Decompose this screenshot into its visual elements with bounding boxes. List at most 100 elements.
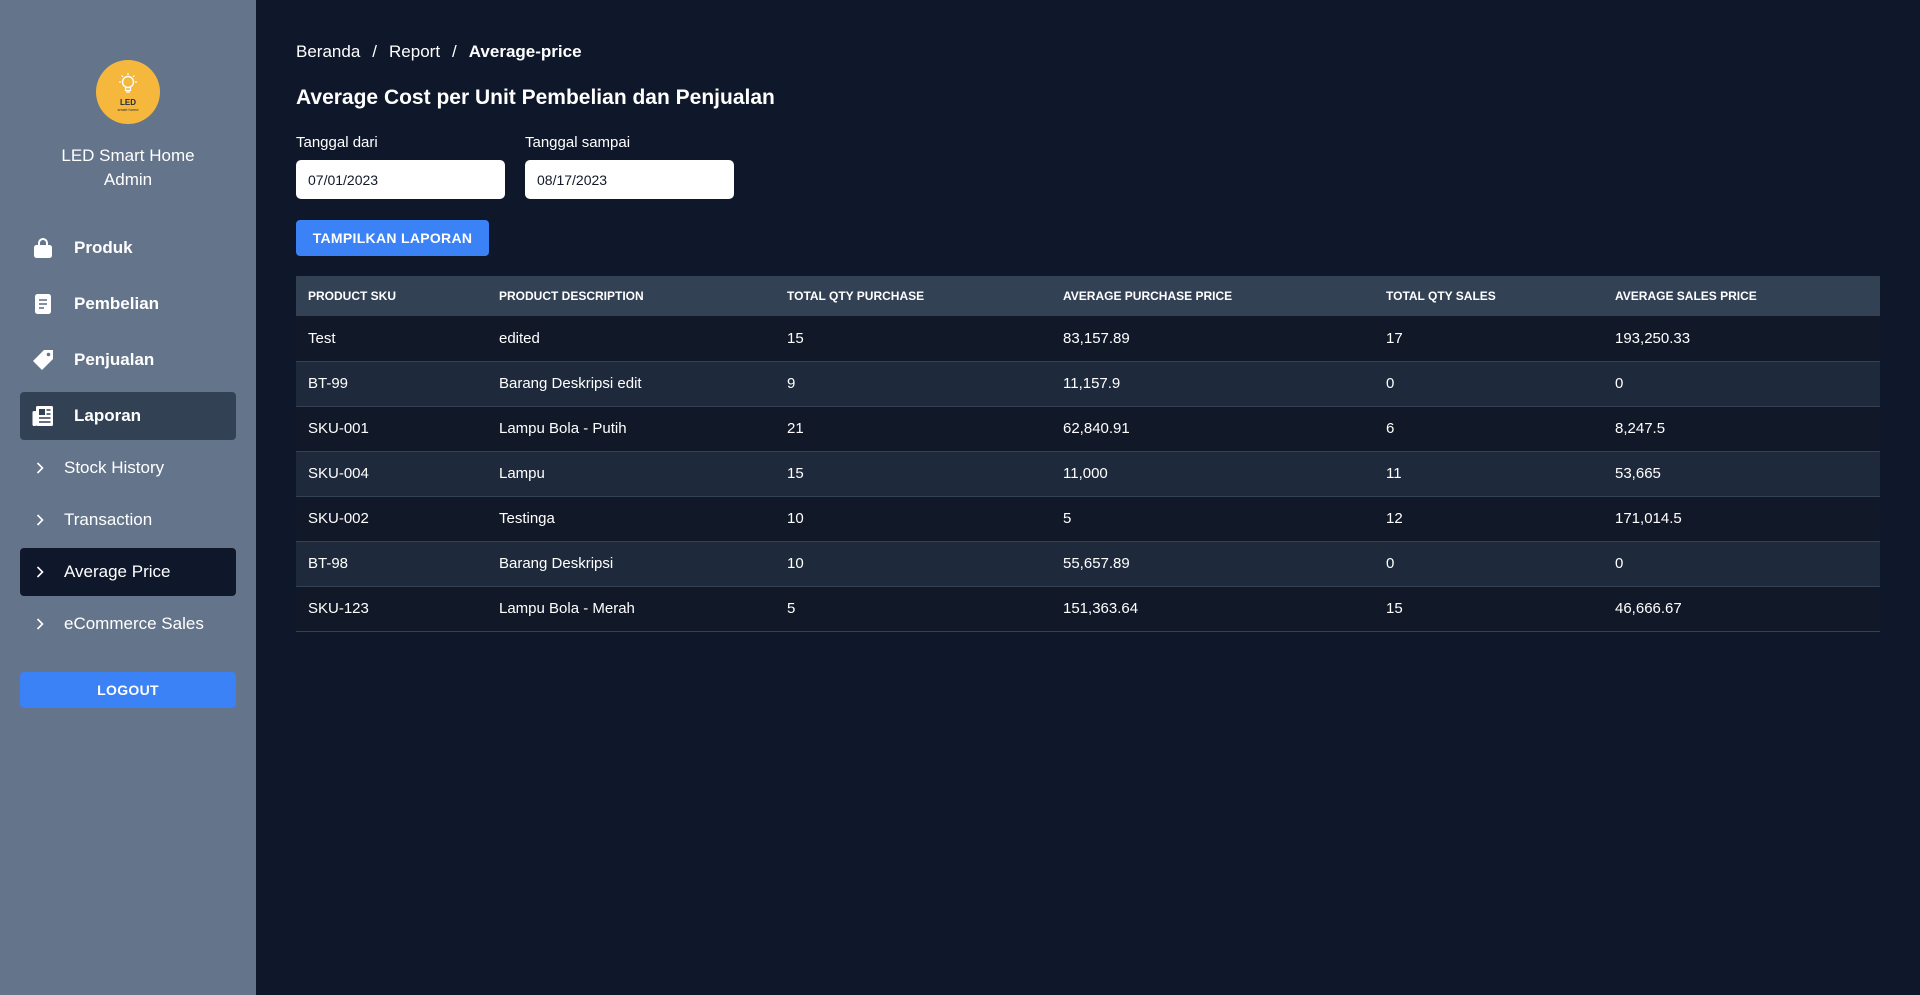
lightbulb-icon: [119, 73, 137, 93]
cell-sku: SKU-123: [296, 586, 487, 632]
logout-button[interactable]: LOGOUT: [20, 672, 236, 708]
app-logo: LED smart home: [96, 60, 160, 124]
sidebar-item-pembelian[interactable]: Pembelian: [20, 280, 236, 328]
cell-description: Lampu: [487, 451, 775, 497]
cell-qty-purchase: 5: [775, 586, 1051, 632]
table-row: SKU-001 Lampu Bola - Putih 21 62,840.91 …: [296, 406, 1880, 452]
cell-avg-purchase-price: 83,157.89: [1051, 316, 1374, 362]
cell-description: Testinga: [487, 496, 775, 542]
tag-icon: [32, 349, 54, 371]
cell-qty-sales: 15: [1374, 586, 1603, 632]
breadcrumb: Beranda / Report / Average-price: [296, 42, 582, 62]
sidebar-item-label: Pembelian: [74, 294, 160, 313]
cell-qty-purchase: 10: [775, 541, 1051, 587]
column-header: Average Purchase Price: [1051, 276, 1374, 316]
cell-avg-sales-price: 171,014.5: [1603, 496, 1880, 542]
cell-avg-purchase-price: 11,000: [1051, 451, 1374, 497]
cell-description: Barang Deskripsi edit: [487, 361, 775, 407]
cell-sku: Test: [296, 316, 487, 362]
table-row: SKU-123 Lampu Bola - Merah 5 151,363.64 …: [296, 586, 1880, 632]
chevron-right-icon: [34, 618, 46, 630]
cell-description: Barang Deskripsi: [487, 541, 775, 587]
cell-avg-purchase-price: 11,157.9: [1051, 361, 1374, 407]
date-from-input[interactable]: [296, 160, 505, 199]
app-name-line1: LED Smart Home: [61, 146, 195, 165]
cell-qty-purchase: 10: [775, 496, 1051, 542]
average-price-table: Product SKU Product Description Total Qt…: [296, 276, 1880, 632]
page-title: Average Cost per Unit Pembelian dan Penj…: [296, 86, 775, 109]
cell-qty-sales: 17: [1374, 316, 1603, 362]
cell-avg-purchase-price: 55,657.89: [1051, 541, 1374, 587]
breadcrumb-current: Average-price: [468, 42, 582, 61]
cell-qty-sales: 11: [1374, 451, 1603, 497]
column-header: Product SKU: [296, 276, 487, 316]
cell-qty-sales: 0: [1374, 541, 1603, 587]
sidebar-subitem-ecommerce-sales[interactable]: eCommerce Sales: [20, 600, 236, 648]
chevron-right-icon: [34, 566, 46, 578]
sidebar-item-label: Produk: [74, 238, 133, 257]
app-name: LED Smart Home Admin: [0, 144, 256, 192]
sidebar-subitem-stock-history[interactable]: Stock History: [20, 444, 236, 492]
shopping-bag-icon: [32, 237, 54, 259]
date-to-input[interactable]: [525, 160, 734, 199]
cell-description: Lampu Bola - Putih: [487, 406, 775, 452]
cell-sku: SKU-002: [296, 496, 487, 542]
cell-qty-sales: 6: [1374, 406, 1603, 452]
cell-qty-purchase: 15: [775, 316, 1051, 362]
table-row: SKU-004 Lampu 15 11,000 11 53,665: [296, 451, 1880, 497]
cell-qty-sales: 0: [1374, 361, 1603, 407]
table-row: Test edited 15 83,157.89 17 193,250.33: [296, 316, 1880, 362]
breadcrumb-separator: /: [372, 42, 378, 61]
cell-avg-sales-price: 193,250.33: [1603, 316, 1880, 362]
chevron-right-icon: [34, 514, 46, 526]
app-name-line2: Admin: [103, 170, 153, 189]
sidebar-item-penjualan[interactable]: Penjualan: [20, 336, 236, 384]
table-row: BT-99 Barang Deskripsi edit 9 11,157.9 0…: [296, 361, 1880, 407]
cell-qty-purchase: 15: [775, 451, 1051, 497]
show-report-button[interactable]: TAMPILKAN LAPORAN: [296, 220, 489, 256]
logo-text: LED: [120, 98, 136, 107]
column-header: Product Description: [487, 276, 775, 316]
cell-avg-purchase-price: 151,363.64: [1051, 586, 1374, 632]
cell-description: Lampu Bola - Merah: [487, 586, 775, 632]
breadcrumb-separator: /: [452, 42, 457, 61]
sidebar-subitem-average-price[interactable]: Average Price: [20, 548, 236, 596]
cell-qty-purchase: 21: [775, 406, 1051, 452]
sidebar-item-laporan[interactable]: Laporan: [20, 392, 236, 440]
date-to-label: Tanggal sampai: [525, 134, 631, 151]
sidebar-subitem-label: Average Price: [64, 562, 171, 581]
cell-avg-sales-price: 0: [1603, 541, 1880, 587]
cell-avg-sales-price: 46,666.67: [1603, 586, 1880, 632]
cell-qty-purchase: 9: [775, 361, 1051, 407]
logo-subtext: smart home: [117, 107, 139, 112]
sidebar-subitem-label: Stock History: [64, 458, 165, 477]
cell-avg-purchase-price: 5: [1051, 496, 1374, 542]
column-header: Total Qty Purchase: [775, 276, 1051, 316]
cell-avg-sales-price: 0: [1603, 361, 1880, 407]
sidebar: LED smart home LED Smart Home Admin Prod…: [0, 0, 256, 995]
cell-description: edited: [487, 316, 775, 362]
cell-avg-purchase-price: 62,840.91: [1051, 406, 1374, 452]
cell-sku: BT-98: [296, 541, 487, 587]
cell-avg-sales-price: 8,247.5: [1603, 406, 1880, 452]
cell-sku: SKU-004: [296, 451, 487, 497]
sidebar-subitem-label: Transaction: [64, 510, 153, 529]
chevron-right-icon: [34, 462, 46, 474]
sidebar-item-label: Penjualan: [74, 350, 155, 369]
cell-avg-sales-price: 53,665: [1603, 451, 1880, 497]
breadcrumb-beranda[interactable]: Beranda: [296, 42, 360, 62]
newspaper-icon: [32, 405, 54, 427]
table-row: BT-98 Barang Deskripsi 10 55,657.89 0 0: [296, 541, 1880, 587]
cell-qty-sales: 12: [1374, 496, 1603, 542]
cell-sku: BT-99: [296, 361, 487, 407]
column-header: Total Qty Sales: [1374, 276, 1603, 316]
table-header-row: Product SKU Product Description Total Qt…: [296, 276, 1880, 316]
sidebar-item-produk[interactable]: Produk: [20, 224, 236, 272]
sidebar-subitem-transaction[interactable]: Transaction: [20, 496, 236, 544]
sidebar-item-label: Laporan: [74, 406, 142, 425]
date-from-label: Tanggal dari: [296, 134, 378, 151]
receipt-icon: [32, 293, 54, 315]
column-header: Average Sales Price: [1603, 276, 1880, 316]
cell-sku: SKU-001: [296, 406, 487, 452]
breadcrumb-report[interactable]: Report: [389, 42, 440, 62]
